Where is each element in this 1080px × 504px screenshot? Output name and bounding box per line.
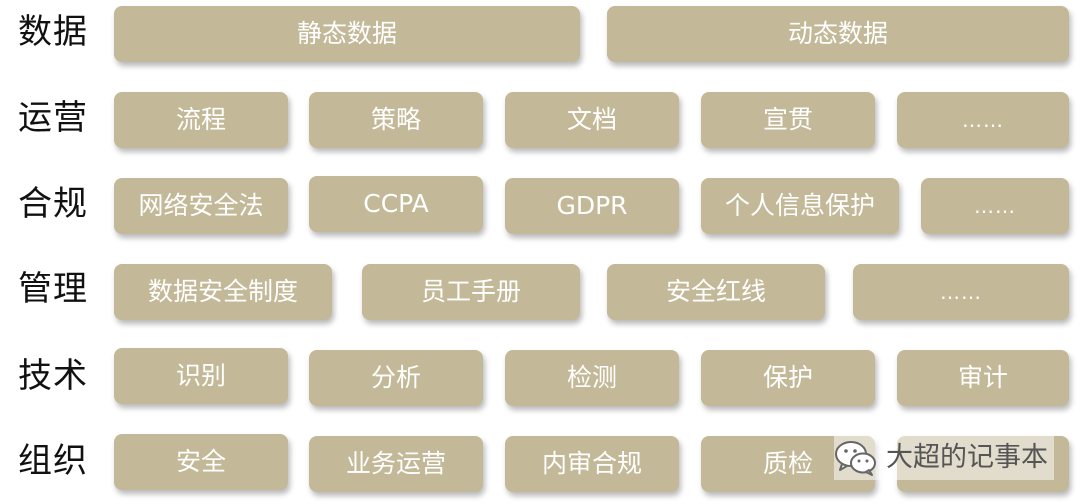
wechat-icon — [834, 439, 878, 477]
row-label-technology: 技术 — [18, 356, 88, 396]
watermark: 大超的记事本 — [834, 436, 1054, 480]
row-label-organization: 组织 — [18, 441, 88, 481]
box-documents: 文档 — [505, 92, 679, 148]
box-identification: 识别 — [114, 348, 288, 404]
box-management-more: …… — [853, 264, 1069, 320]
box-cybersecurity-law: 网络安全法 — [114, 178, 288, 234]
box-dynamic-data: 动态数据 — [607, 6, 1069, 62]
box-employee-handbook: 员工手册 — [362, 264, 580, 320]
box-audit: 审计 — [897, 350, 1069, 406]
row-label-management: 管理 — [18, 269, 88, 309]
box-gdpr: GDPR — [505, 178, 679, 234]
box-protection: 保护 — [701, 350, 875, 406]
box-business-operations: 业务运营 — [309, 436, 483, 492]
row-label-operations: 运营 — [18, 98, 88, 138]
box-security-team: 安全 — [114, 434, 288, 490]
box-personal-info-protection: 个人信息保护 — [701, 178, 899, 234]
box-detection: 检测 — [505, 350, 679, 406]
box-security-redline: 安全红线 — [607, 264, 825, 320]
box-process: 流程 — [114, 92, 288, 148]
row-label-data: 数据 — [18, 12, 88, 52]
box-operations-more: …… — [897, 92, 1069, 148]
box-data-security-policy: 数据安全制度 — [114, 264, 332, 320]
box-publicity: 宣贯 — [701, 92, 875, 148]
box-analysis: 分析 — [309, 350, 483, 406]
box-ccpa: CCPA — [309, 176, 483, 232]
row-label-compliance: 合规 — [18, 184, 88, 224]
watermark-text: 大超的记事本 — [886, 442, 1048, 473]
box-compliance-more: …… — [921, 178, 1069, 234]
box-strategy: 策略 — [309, 92, 483, 148]
box-internal-audit-compliance: 内审合规 — [505, 436, 679, 492]
box-static-data: 静态数据 — [114, 6, 580, 62]
